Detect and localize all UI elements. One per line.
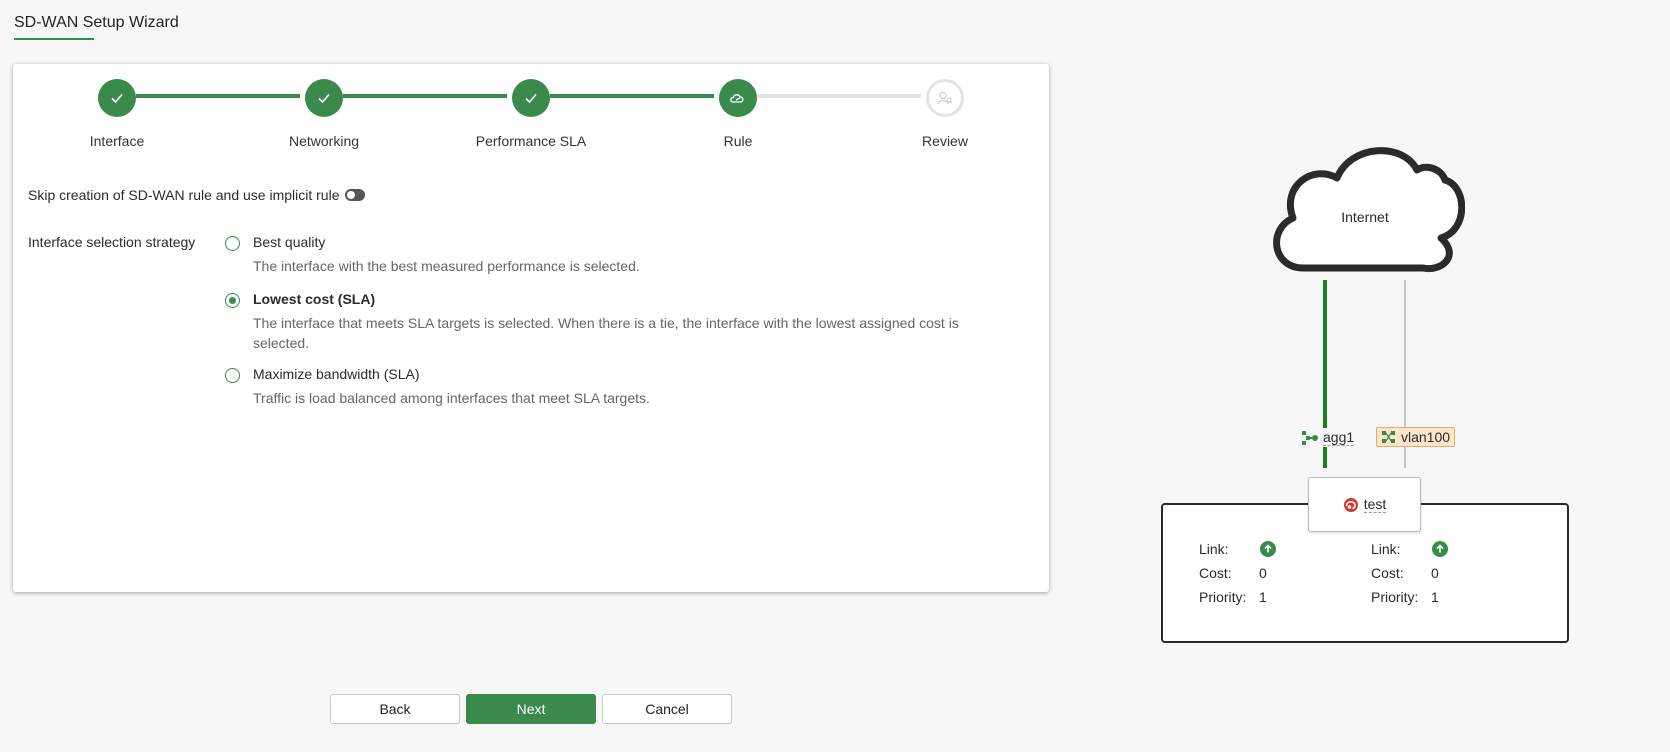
- step-interface[interactable]: [98, 79, 136, 117]
- cost-value: 0: [1259, 565, 1267, 581]
- radio-lowest-cost[interactable]: [225, 293, 240, 308]
- step-networking[interactable]: [305, 79, 343, 117]
- step-rule[interactable]: [719, 79, 757, 117]
- step-connector: [757, 94, 921, 98]
- priority-label: Priority:: [1199, 589, 1247, 605]
- next-button[interactable]: Next: [466, 694, 596, 724]
- skip-rule-label: Skip creation of SD-WAN rule and use imp…: [28, 187, 340, 203]
- review-icon: [937, 91, 953, 105]
- title-underline: [14, 38, 94, 40]
- step-review[interactable]: [926, 79, 964, 117]
- link-label: Link:: [1371, 541, 1401, 557]
- vlan-icon: [1382, 431, 1395, 443]
- option-title: Lowest cost (SLA): [253, 291, 376, 307]
- step-performance-sla[interactable]: [512, 79, 550, 117]
- page-title: SD-WAN Setup Wizard: [14, 14, 179, 31]
- priority-label: Priority:: [1371, 589, 1419, 605]
- interface-agg1[interactable]: agg1: [1299, 428, 1357, 447]
- sdwan-zone-test[interactable]: test: [1308, 477, 1421, 532]
- interface-name: vlan100: [1401, 429, 1451, 445]
- priority-value: 1: [1259, 589, 1267, 605]
- cost-label: Cost:: [1371, 565, 1404, 581]
- strategy-label: Interface selection strategy: [28, 234, 196, 250]
- check-icon: [111, 93, 123, 104]
- rule-icon: [730, 94, 744, 103]
- interface-vlan100[interactable]: vlan100: [1376, 427, 1456, 447]
- step-label: Review: [922, 133, 968, 149]
- interface-name: agg1: [1323, 429, 1355, 446]
- option-description: The interface with the best measured per…: [253, 258, 640, 274]
- aggregate-icon: [1302, 430, 1318, 445]
- option-description: The interface that meets SLA targets is …: [253, 315, 959, 351]
- step-label: Rule: [723, 133, 753, 149]
- option-description: Traffic is load balanced among interface…: [253, 390, 650, 406]
- cloud-icon: [1273, 147, 1465, 273]
- step-connector: [136, 94, 300, 98]
- zone-name: test: [1363, 496, 1387, 513]
- check-icon: [318, 93, 330, 104]
- step-label: Performance SLA: [475, 133, 587, 149]
- step-connector: [343, 94, 507, 98]
- step-connector: [550, 94, 714, 98]
- step-label: Interface: [89, 133, 145, 149]
- link-up-icon: [1260, 541, 1276, 557]
- option-title: Best quality: [253, 234, 326, 250]
- cost-value: 0: [1431, 565, 1439, 581]
- cost-label: Cost:: [1199, 565, 1232, 581]
- back-button[interactable]: Back: [330, 694, 460, 724]
- sdwan-zone-icon: [1343, 497, 1358, 512]
- priority-value: 1: [1431, 589, 1439, 605]
- skip-rule-toggle[interactable]: [344, 189, 365, 201]
- link-label: Link:: [1199, 541, 1229, 557]
- option-title: Maximize bandwidth (SLA): [253, 366, 420, 382]
- internet-label: Internet: [1341, 209, 1389, 225]
- link-up-icon: [1432, 541, 1448, 557]
- radio-maximize-bandwidth[interactable]: [225, 368, 240, 383]
- skip-rule-row: Skip creation of SD-WAN rule and use imp…: [28, 187, 365, 203]
- cancel-button[interactable]: Cancel: [602, 694, 732, 724]
- check-icon: [525, 93, 537, 104]
- radio-best-quality[interactable]: [225, 236, 240, 251]
- step-label: Networking: [288, 133, 360, 149]
